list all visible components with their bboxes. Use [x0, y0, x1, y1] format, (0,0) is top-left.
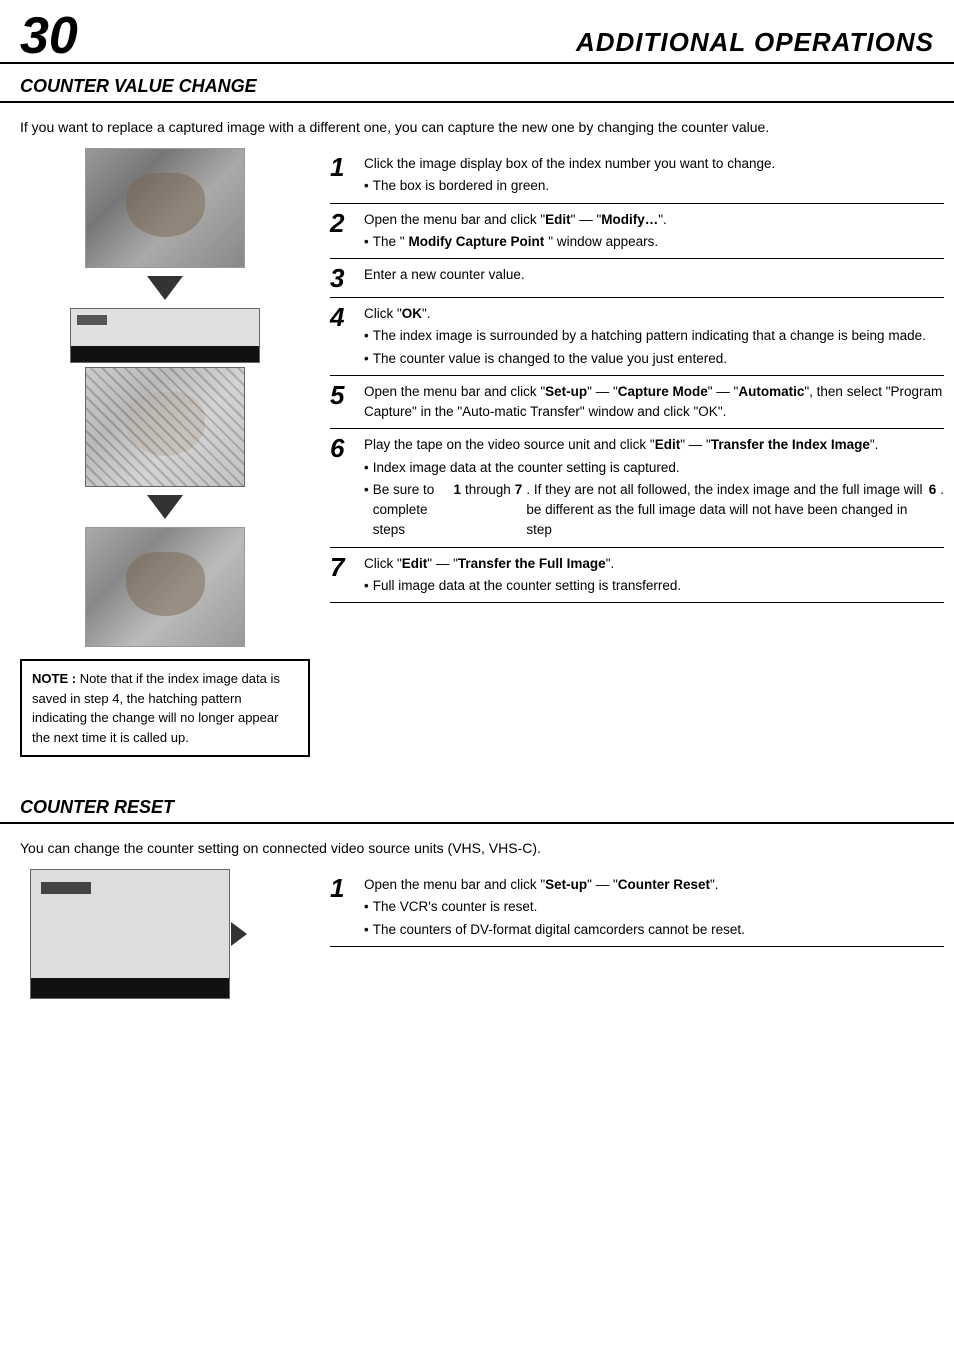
step-6-number: 6	[330, 435, 358, 461]
step-7: 7 Click "Edit" — "Transfer the Full Imag…	[330, 548, 944, 604]
step-7-number: 7	[330, 554, 358, 580]
hatch-image	[85, 367, 245, 487]
step-2-content: Open the menu bar and click "Edit" — "Mo…	[364, 210, 944, 253]
counter-bar-top	[41, 882, 91, 894]
step-5-content: Open the menu bar and click "Set-up" — "…	[364, 382, 944, 423]
step-4: 4 Click "OK". The index image is surroun…	[330, 298, 944, 376]
page: 30 ADDITIONAL OPERATIONS COUNTER VALUE C…	[0, 0, 954, 1355]
step-6-content: Play the tape on the video source unit a…	[364, 435, 944, 540]
face-image-hatch	[86, 368, 244, 486]
right-column-2: 1 Open the menu bar and click "Set-up" —…	[330, 869, 944, 999]
step-7-bullet-1: Full image data at the counter setting i…	[364, 576, 944, 596]
section1-description: If you want to replace a captured image …	[0, 111, 954, 148]
reset-step-1-content: Open the menu bar and click "Set-up" — "…	[364, 875, 944, 940]
note-label: NOTE :	[32, 671, 76, 686]
step-4-number: 4	[330, 304, 358, 330]
step-2-number: 2	[330, 210, 358, 236]
reset-step-1-number: 1	[330, 875, 358, 901]
step-3-number: 3	[330, 265, 358, 291]
left-column-2	[10, 869, 320, 999]
counter-bar-bottom	[31, 978, 229, 998]
indicator-bar	[77, 315, 107, 325]
step-1-bullet-1: The box is bordered in green.	[364, 176, 944, 196]
arrow-down-2	[147, 495, 183, 519]
reset-step-1-bullet-1: The VCR's counter is reset.	[364, 897, 944, 917]
step-5-number: 5	[330, 382, 358, 408]
step-7-content: Click "Edit" — "Transfer the Full Image"…	[364, 554, 944, 597]
step-1-number: 1	[330, 154, 358, 180]
header-title: ADDITIONAL OPERATIONS	[98, 27, 934, 62]
note-box: NOTE : Note that if the index image data…	[20, 659, 310, 757]
step-1: 1 Click the image display box of the ind…	[330, 148, 944, 204]
black-bar	[71, 346, 259, 362]
header: 30 ADDITIONAL OPERATIONS	[0, 0, 954, 64]
step-2: 2 Open the menu bar and click "Edit" — "…	[330, 204, 944, 260]
step-4-bullet-2: The counter value is changed to the valu…	[364, 349, 944, 369]
face-image-2	[86, 528, 244, 646]
counter-image-box	[30, 869, 230, 999]
top-image	[85, 148, 245, 268]
step-6-bullet-2: Be sure to complete steps 1 through 7. I…	[364, 480, 944, 541]
bottom-image	[85, 527, 245, 647]
step-3-content: Enter a new counter value.	[364, 265, 944, 285]
step-6: 6 Play the tape on the video source unit…	[330, 429, 944, 547]
left-column: NOTE : Note that if the index image data…	[10, 148, 320, 765]
counter-arrow-right	[231, 922, 247, 946]
step-4-content: Click "OK". The index image is surrounde…	[364, 304, 944, 369]
step-2-bullet-1: The "Modify Capture Point" window appear…	[364, 232, 944, 252]
arrow-down-1	[147, 276, 183, 300]
section2-title: COUNTER RESET	[0, 791, 954, 824]
section2-description: You can change the counter setting on co…	[0, 832, 954, 869]
step-3: 3 Enter a new counter value.	[330, 259, 944, 298]
step-1-content: Click the image display box of the index…	[364, 154, 944, 197]
reset-step-1-bullet-2: The counters of DV-format digital camcor…	[364, 920, 944, 940]
right-column: 1 Click the image display box of the ind…	[330, 148, 944, 765]
section2: COUNTER RESET You can change the counter…	[0, 791, 954, 1009]
main-content: NOTE : Note that if the index image data…	[0, 148, 954, 775]
reset-step-1: 1 Open the menu bar and click "Set-up" —…	[330, 869, 944, 947]
step-5: 5 Open the menu bar and click "Set-up" —…	[330, 376, 944, 430]
page-number: 30	[20, 10, 78, 62]
main-content2: 1 Open the menu bar and click "Set-up" —…	[0, 869, 954, 1009]
step-6-bullet-1: Index image data at the counter setting …	[364, 458, 944, 478]
section1-title: COUNTER VALUE CHANGE	[0, 70, 954, 103]
face-image-1	[86, 149, 244, 267]
mid-image-box	[70, 308, 260, 363]
step-4-bullet-1: The index image is surrounded by a hatch…	[364, 326, 944, 346]
